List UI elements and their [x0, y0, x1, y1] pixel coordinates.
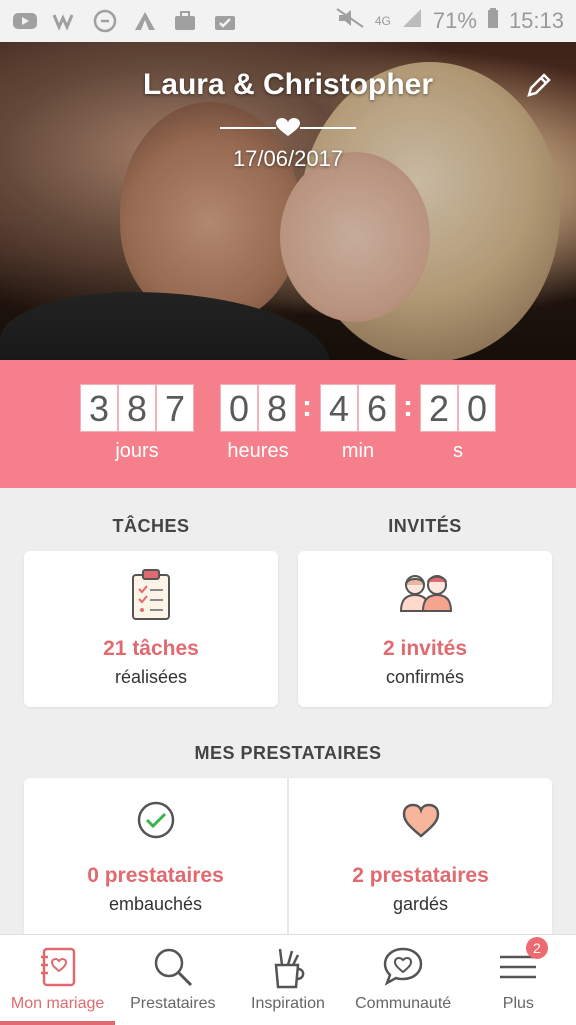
nav-communaute[interactable]: Communauté — [346, 935, 461, 1025]
youtube-icon — [12, 10, 38, 32]
guests-card[interactable]: 2 invités confirmés — [298, 551, 552, 707]
edit-pencil-icon[interactable] — [524, 70, 554, 100]
saved-count: 2 prestataires — [352, 864, 489, 887]
minutes-digit: 6 — [358, 384, 396, 432]
hired-subtitle: embauchés — [108, 894, 203, 914]
heart-icon — [402, 803, 439, 838]
notification-badge: 2 — [525, 937, 548, 959]
nav-label: Plus — [502, 995, 534, 1012]
hours-label: heures — [227, 440, 289, 462]
nav-mon-mariage[interactable]: Mon mariage — [0, 935, 116, 1025]
colon-separator: : — [403, 390, 413, 423]
notebook-icon — [40, 947, 75, 987]
seconds-label: s — [453, 440, 463, 462]
status-bar: 4G 71% 15:13 — [0, 0, 576, 42]
seconds-digit: 2 — [420, 384, 458, 432]
check-circle-icon — [137, 801, 174, 839]
days-digit: 7 — [156, 384, 194, 432]
nav-inspiration[interactable]: Inspiration — [230, 935, 345, 1025]
nav-prestataires[interactable]: Prestataires — [115, 935, 230, 1025]
guests-subtitle: confirmés — [385, 667, 465, 687]
wattpad-icon — [52, 10, 78, 32]
nav-label: Mon mariage — [10, 995, 105, 1012]
saved-vendors[interactable]: 2 prestataires gardés — [289, 778, 552, 938]
seconds-digit: 0 — [458, 384, 496, 432]
check-briefcase-icon — [212, 10, 238, 32]
guests-count: 2 invités — [382, 637, 468, 660]
clipboard-icon — [132, 569, 170, 620]
signal-icon — [401, 7, 423, 35]
couple-icon — [399, 575, 453, 612]
tasks-subtitle: réalisées — [114, 667, 188, 687]
pencil-cup-icon — [274, 948, 305, 989]
seconds-digits: 2 0 — [420, 384, 496, 432]
hours-digits: 0 8 — [220, 384, 296, 432]
days-label: jours — [115, 440, 159, 462]
hours-digit: 8 — [258, 384, 296, 432]
battery-level: 71% — [432, 8, 477, 33]
bottom-navigation: Mon mariage Prestataires Inspiration Com… — [0, 934, 576, 1025]
battery-icon — [487, 7, 499, 35]
hired-vendors[interactable]: 0 prestataires embauchés — [24, 778, 287, 938]
days-digit: 3 — [80, 384, 118, 432]
countdown-banner: 3 8 7 0 8 : 4 6 : 2 0 jours heures min s — [0, 360, 576, 488]
nav-label: Inspiration — [251, 995, 325, 1012]
heart-divider-icon — [220, 118, 356, 136]
clock: 15:13 — [508, 8, 564, 33]
nav-label: Prestataires — [130, 995, 216, 1012]
network-type: 4G — [374, 14, 391, 28]
vendors-card: 0 prestataires embauchés 2 prestataires … — [24, 778, 552, 938]
days-digit: 8 — [118, 384, 156, 432]
couple-names: Laura & Christopher — [142, 68, 434, 101]
camping-icon — [132, 10, 158, 32]
briefcase-icon — [172, 10, 198, 32]
tasks-card[interactable]: 21 tâches réalisées — [24, 551, 278, 707]
chat-heart-icon — [383, 947, 423, 986]
search-icon — [154, 948, 192, 987]
minutes-label: min — [341, 440, 375, 462]
hours-digit: 0 — [220, 384, 258, 432]
days-digits: 3 8 7 — [80, 384, 194, 432]
colon-separator: : — [302, 390, 312, 423]
hired-count: 0 prestataires — [87, 864, 224, 887]
minutes-digits: 4 6 — [320, 384, 396, 432]
guests-title: INVITÉS — [388, 516, 462, 536]
mute-icon — [335, 7, 365, 35]
minutes-digit: 4 — [320, 384, 358, 432]
tasks-title: TÂCHES — [112, 516, 190, 536]
nav-plus[interactable]: 2 Plus — [461, 935, 576, 1025]
circle-app-icon — [92, 9, 118, 33]
vendors-title: MES PRESTATAIRES — [194, 743, 382, 763]
tasks-count: 21 tâches — [103, 637, 199, 660]
nav-label: Communauté — [355, 995, 452, 1012]
wedding-date: 17/06/2017 — [232, 146, 344, 171]
couple-photo-header: Laura & Christopher 17/06/2017 — [0, 42, 576, 360]
saved-subtitle: gardés — [392, 894, 449, 914]
